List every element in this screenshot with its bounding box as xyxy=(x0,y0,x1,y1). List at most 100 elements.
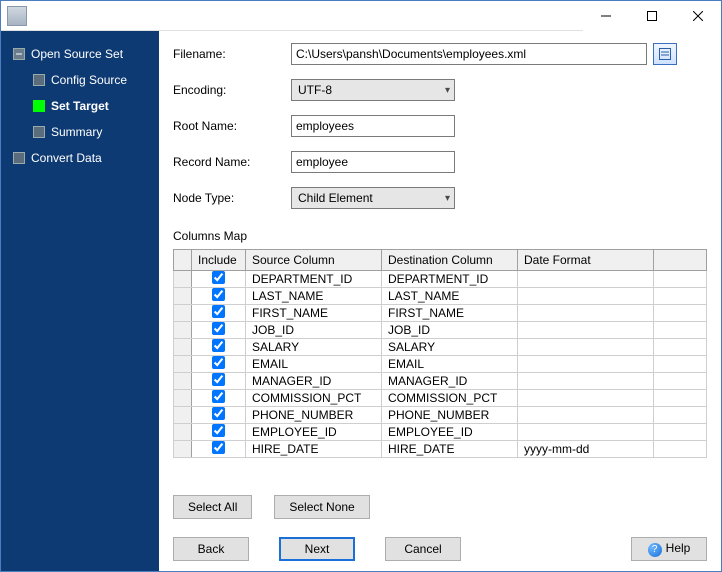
table-row[interactable]: MANAGER_IDMANAGER_ID xyxy=(174,373,707,390)
back-button[interactable]: Back xyxy=(173,537,249,561)
encoding-select[interactable]: UTF-8 ▾ xyxy=(291,79,455,101)
source-column-cell[interactable]: FIRST_NAME xyxy=(246,305,382,322)
destination-column-cell[interactable]: LAST_NAME xyxy=(382,288,518,305)
destination-column-cell[interactable]: MANAGER_ID xyxy=(382,373,518,390)
destination-column-cell[interactable]: EMPLOYEE_ID xyxy=(382,424,518,441)
row-header[interactable] xyxy=(174,424,192,441)
destination-column-cell[interactable]: HIRE_DATE xyxy=(382,441,518,458)
record-name-field[interactable] xyxy=(291,151,455,173)
row-header[interactable] xyxy=(174,356,192,373)
row-header[interactable] xyxy=(174,322,192,339)
include-checkbox[interactable] xyxy=(212,356,225,369)
include-checkbox[interactable] xyxy=(212,271,225,284)
include-cell[interactable] xyxy=(192,322,246,339)
include-cell[interactable] xyxy=(192,356,246,373)
row-header[interactable] xyxy=(174,305,192,322)
row-header[interactable] xyxy=(174,373,192,390)
include-checkbox[interactable] xyxy=(212,322,225,335)
row-header[interactable] xyxy=(174,288,192,305)
table-row[interactable]: JOB_IDJOB_ID xyxy=(174,322,707,339)
source-column-cell[interactable]: DEPARTMENT_ID xyxy=(246,271,382,288)
next-button[interactable]: Next xyxy=(279,537,355,561)
sidebar-item-set-target[interactable]: Set Target xyxy=(1,93,159,119)
row-header[interactable] xyxy=(174,441,192,458)
close-button[interactable] xyxy=(675,1,721,31)
include-checkbox[interactable] xyxy=(212,288,225,301)
include-cell[interactable] xyxy=(192,288,246,305)
source-column-cell[interactable]: PHONE_NUMBER xyxy=(246,407,382,424)
date-format-cell[interactable] xyxy=(518,373,654,390)
date-format-cell[interactable]: yyyy-mm-dd xyxy=(518,441,654,458)
table-row[interactable]: EMPLOYEE_IDEMPLOYEE_ID xyxy=(174,424,707,441)
row-header[interactable] xyxy=(174,271,192,288)
cancel-button[interactable]: Cancel xyxy=(385,537,461,561)
destination-column-cell[interactable]: PHONE_NUMBER xyxy=(382,407,518,424)
include-cell[interactable] xyxy=(192,407,246,424)
sidebar-item-summary[interactable]: Summary xyxy=(1,119,159,145)
row-header[interactable] xyxy=(174,407,192,424)
date-format-cell[interactable] xyxy=(518,271,654,288)
table-row[interactable]: HIRE_DATEHIRE_DATEyyyy-mm-dd xyxy=(174,441,707,458)
include-checkbox[interactable] xyxy=(212,390,225,403)
include-cell[interactable] xyxy=(192,424,246,441)
select-none-button[interactable]: Select None xyxy=(274,495,369,519)
sidebar-item-convert-data[interactable]: Convert Data xyxy=(1,145,159,171)
help-button[interactable]: ?Help xyxy=(631,537,707,561)
table-row[interactable]: COMMISSION_PCTCOMMISSION_PCT xyxy=(174,390,707,407)
header-date-format[interactable]: Date Format xyxy=(518,250,654,271)
include-cell[interactable] xyxy=(192,373,246,390)
select-all-button[interactable]: Select All xyxy=(173,495,252,519)
header-source[interactable]: Source Column xyxy=(246,250,382,271)
source-column-cell[interactable]: SALARY xyxy=(246,339,382,356)
table-row[interactable]: FIRST_NAMEFIRST_NAME xyxy=(174,305,707,322)
sidebar-item-open-source-set[interactable]: Open Source Set xyxy=(1,41,159,67)
source-column-cell[interactable]: EMPLOYEE_ID xyxy=(246,424,382,441)
table-row[interactable]: DEPARTMENT_IDDEPARTMENT_ID xyxy=(174,271,707,288)
date-format-cell[interactable] xyxy=(518,288,654,305)
date-format-cell[interactable] xyxy=(518,339,654,356)
include-checkbox[interactable] xyxy=(212,407,225,420)
destination-column-cell[interactable]: FIRST_NAME xyxy=(382,305,518,322)
table-row[interactable]: EMAILEMAIL xyxy=(174,356,707,373)
table-row[interactable]: SALARYSALARY xyxy=(174,339,707,356)
date-format-cell[interactable] xyxy=(518,356,654,373)
header-include[interactable]: Include xyxy=(192,250,246,271)
destination-column-cell[interactable]: SALARY xyxy=(382,339,518,356)
row-header[interactable] xyxy=(174,390,192,407)
destination-column-cell[interactable]: DEPARTMENT_ID xyxy=(382,271,518,288)
node-type-select[interactable]: Child Element ▾ xyxy=(291,187,455,209)
include-checkbox[interactable] xyxy=(212,441,225,454)
header-destination[interactable]: Destination Column xyxy=(382,250,518,271)
browse-button[interactable] xyxy=(653,43,677,65)
include-checkbox[interactable] xyxy=(212,305,225,318)
date-format-cell[interactable] xyxy=(518,424,654,441)
sidebar-item-config-source[interactable]: Config Source xyxy=(1,67,159,93)
include-checkbox[interactable] xyxy=(212,424,225,437)
source-column-cell[interactable]: LAST_NAME xyxy=(246,288,382,305)
date-format-cell[interactable] xyxy=(518,322,654,339)
source-column-cell[interactable]: MANAGER_ID xyxy=(246,373,382,390)
include-cell[interactable] xyxy=(192,271,246,288)
source-column-cell[interactable]: JOB_ID xyxy=(246,322,382,339)
date-format-cell[interactable] xyxy=(518,407,654,424)
row-header[interactable] xyxy=(174,339,192,356)
destination-column-cell[interactable]: COMMISSION_PCT xyxy=(382,390,518,407)
date-format-cell[interactable] xyxy=(518,305,654,322)
include-checkbox[interactable] xyxy=(212,373,225,386)
include-cell[interactable] xyxy=(192,441,246,458)
include-cell[interactable] xyxy=(192,305,246,322)
include-cell[interactable] xyxy=(192,390,246,407)
source-column-cell[interactable]: EMAIL xyxy=(246,356,382,373)
table-row[interactable]: PHONE_NUMBERPHONE_NUMBER xyxy=(174,407,707,424)
root-name-field[interactable] xyxy=(291,115,455,137)
include-checkbox[interactable] xyxy=(212,339,225,352)
source-column-cell[interactable]: COMMISSION_PCT xyxy=(246,390,382,407)
destination-column-cell[interactable]: JOB_ID xyxy=(382,322,518,339)
minimize-button[interactable] xyxy=(583,1,629,31)
maximize-button[interactable] xyxy=(629,1,675,31)
destination-column-cell[interactable]: EMAIL xyxy=(382,356,518,373)
source-column-cell[interactable]: HIRE_DATE xyxy=(246,441,382,458)
date-format-cell[interactable] xyxy=(518,390,654,407)
filename-field[interactable] xyxy=(291,43,647,65)
table-row[interactable]: LAST_NAMELAST_NAME xyxy=(174,288,707,305)
